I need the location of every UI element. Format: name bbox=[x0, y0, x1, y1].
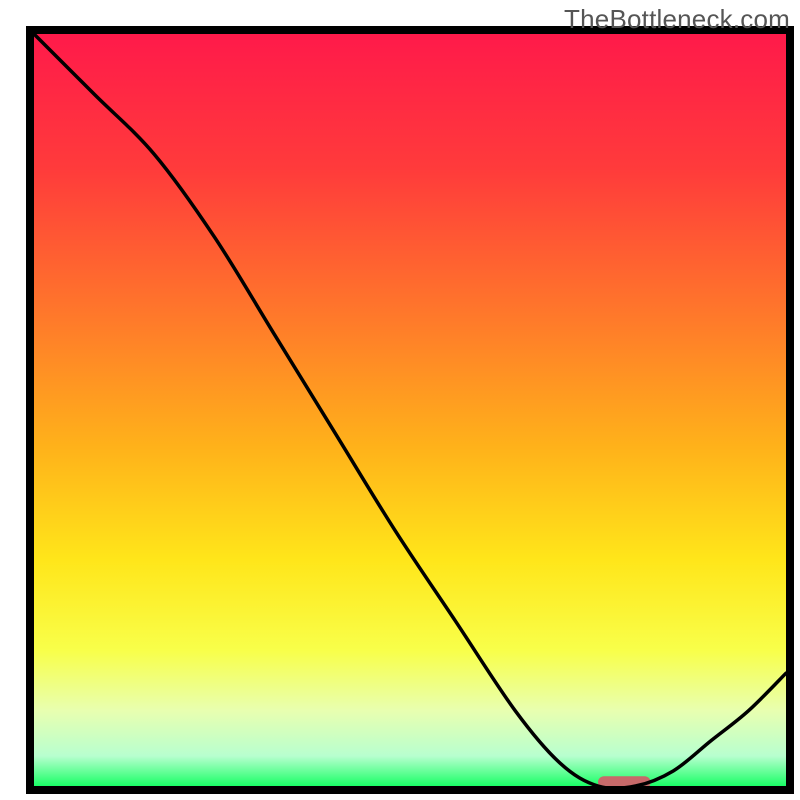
bottleneck-chart bbox=[0, 0, 800, 800]
watermark-text: TheBottleneck.com bbox=[564, 4, 790, 35]
chart-stage: TheBottleneck.com bbox=[0, 0, 800, 800]
